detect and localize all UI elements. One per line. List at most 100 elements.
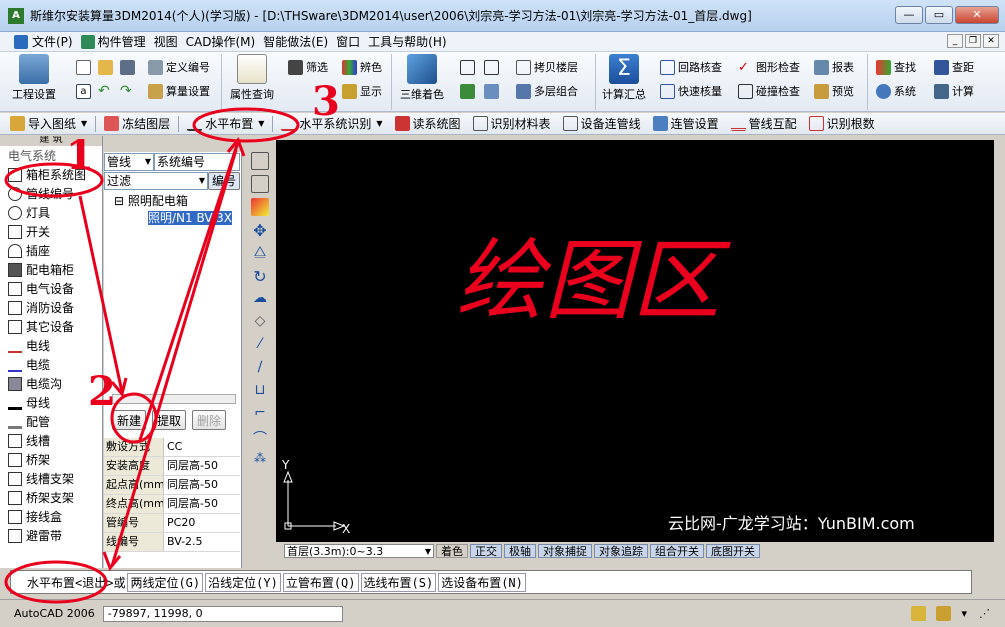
- menu-cad[interactable]: CAD操作(M): [186, 33, 264, 50]
- horizontal-scrollbar[interactable]: [112, 394, 236, 404]
- resize-grip-icon[interactable]: ⋰: [979, 607, 995, 620]
- select-tool-icon[interactable]: [251, 152, 269, 170]
- category-trough-support[interactable]: 线槽支架: [0, 469, 102, 488]
- calc-settings-button[interactable]: 算量设置: [148, 82, 210, 100]
- move-icon[interactable]: ✥: [251, 221, 269, 240]
- polar-toggle[interactable]: 极轴: [504, 544, 536, 558]
- category-lightning-strip[interactable]: 避雷带: [0, 526, 102, 545]
- property-row[interactable]: 线编号 BV-2.5: [104, 533, 240, 552]
- drawing-canvas[interactable]: 绘图区 云比网-广龙学习站：YunBIM.com Y X: [276, 140, 994, 542]
- floor-select[interactable]: 首层(3.3m):0~3.3 ▼: [284, 544, 434, 558]
- category-fire-equipment[interactable]: 消防设备: [0, 298, 102, 317]
- extract-button[interactable]: 提取: [152, 410, 186, 430]
- cmd-option-along-line[interactable]: 沿线定位(Y): [205, 572, 281, 592]
- mdi-minimize-button[interactable]: _: [947, 34, 963, 48]
- show-button[interactable]: 显示: [342, 82, 382, 100]
- cmd-option-riser[interactable]: 立管布置(Q): [282, 572, 359, 592]
- delete-button[interactable]: 删除: [192, 410, 226, 430]
- report-button[interactable]: 报表: [814, 58, 854, 76]
- rotate-icon[interactable]: ↻: [251, 267, 269, 286]
- erase-icon[interactable]: ◇: [251, 313, 269, 331]
- category-bridge-support[interactable]: 桥架支架: [0, 488, 102, 507]
- type-select[interactable]: 管线 ▼: [104, 152, 154, 171]
- connect-settings-button[interactable]: 连管设置: [647, 114, 725, 134]
- trim-icon[interactable]: ∕: [251, 359, 269, 377]
- tree-node-root[interactable]: ⊟ 照明配电箱: [104, 192, 240, 209]
- otrack-toggle[interactable]: 对象追踪: [594, 544, 648, 558]
- filter-button[interactable]: 筛选: [288, 58, 328, 76]
- calc-summary-button[interactable]: Σ 计算汇总: [602, 54, 646, 102]
- explode-icon[interactable]: ⁂: [251, 451, 269, 469]
- copy-floor-button[interactable]: 拷贝楼层: [516, 58, 578, 76]
- open-folder-button[interactable]: [98, 58, 113, 76]
- cloud-icon[interactable]: ☁: [251, 290, 269, 308]
- category-conduit[interactable]: 配管: [0, 412, 102, 431]
- attr-query-button[interactable]: 属性查询: [230, 54, 274, 102]
- brush-tool-icon[interactable]: [251, 198, 269, 216]
- mdi-close-button[interactable]: ✕: [983, 34, 999, 48]
- loop-check-button[interactable]: 回路核查: [660, 58, 722, 76]
- collision-check-button[interactable]: 碰撞检查: [738, 82, 800, 100]
- menu-file[interactable]: 文件(P): [32, 33, 81, 50]
- freeze-layer-button[interactable]: 冻结图层: [98, 114, 176, 134]
- group-switch-toggle[interactable]: 组合开关: [650, 544, 704, 558]
- cmd-option-select-device[interactable]: 选设备布置(N): [438, 572, 526, 592]
- category-other-equipment[interactable]: 其它设备: [0, 317, 102, 336]
- tray-warning-icon[interactable]: [911, 606, 927, 621]
- extend-icon[interactable]: ⊔: [251, 382, 269, 400]
- color-id-button[interactable]: 辨色: [342, 58, 382, 76]
- code-select[interactable]: 系统编号: [154, 152, 240, 171]
- category-socket[interactable]: 插座: [0, 241, 102, 260]
- category-bridge[interactable]: 桥架: [0, 450, 102, 469]
- property-row[interactable]: 管编号 PC20: [104, 514, 240, 533]
- read-system-diagram-button[interactable]: 读系统图: [389, 114, 467, 134]
- menu-view[interactable]: 视图: [154, 33, 186, 50]
- ortho-toggle[interactable]: 正交: [470, 544, 502, 558]
- brush-button[interactable]: [484, 82, 499, 100]
- view-cube-button[interactable]: [460, 58, 475, 76]
- property-row[interactable]: 起点高(mm 同层高-50: [104, 476, 240, 495]
- maximize-button[interactable]: ▭: [925, 6, 953, 24]
- menu-tools-help[interactable]: 工具与帮助(H): [368, 33, 454, 50]
- category-cable[interactable]: 电缆: [0, 355, 102, 374]
- category-wire[interactable]: 电线: [0, 336, 102, 355]
- device-connect-pipe-button[interactable]: 设备连管线: [557, 114, 647, 134]
- system-button[interactable]: 系统: [876, 82, 916, 100]
- fast-check-button[interactable]: 快速核量: [660, 82, 722, 100]
- category-wire-trough[interactable]: 线槽: [0, 431, 102, 450]
- graph-check-button[interactable]: ✓ 图形检查: [738, 58, 800, 76]
- new-file-button[interactable]: [76, 58, 91, 76]
- edit-code-button[interactable]: 编号: [208, 171, 240, 190]
- category-lamp[interactable]: 灯具: [0, 203, 102, 222]
- shading-toggle[interactable]: 着色: [436, 544, 468, 558]
- distance-button[interactable]: 查距: [934, 58, 974, 76]
- find-button[interactable]: 查找: [876, 58, 916, 76]
- cmd-option-select-line[interactable]: 选线布置(S): [360, 572, 437, 592]
- command-line[interactable]: 水平布置<退出>或 两线定位(G) 沿线定位(Y) 立管布置(Q) 选线布置(S…: [10, 570, 972, 594]
- category-pipe-code[interactable]: 管线编号: [0, 184, 102, 203]
- define-code-button[interactable]: 定义编号: [148, 58, 210, 76]
- category-electrical-equipment[interactable]: 电气设备: [0, 279, 102, 298]
- base-map-toggle[interactable]: 底图开关: [706, 544, 760, 558]
- view-box-button[interactable]: [484, 58, 499, 76]
- category-switch[interactable]: 开关: [0, 222, 102, 241]
- lock-icon[interactable]: [936, 606, 952, 621]
- preview-button[interactable]: 预览: [814, 82, 854, 100]
- tray-menu-icon[interactable]: ▾: [961, 607, 967, 620]
- menu-component[interactable]: 构件管理: [98, 33, 154, 50]
- category-busbar[interactable]: 母线: [0, 393, 102, 412]
- pipe-match-button[interactable]: 管线互配: [725, 114, 803, 134]
- property-row[interactable]: 敷设方式 CC: [104, 438, 240, 457]
- cmd-option-two-line[interactable]: 两线定位(G): [127, 572, 204, 592]
- category-distribution-box[interactable]: 配电箱柜: [0, 260, 102, 279]
- horizontal-layout-button[interactable]: 水平布置 ▼: [181, 114, 270, 134]
- menu-smart[interactable]: 智能做法(E): [263, 33, 336, 50]
- mdi-restore-button[interactable]: ❐: [965, 34, 981, 48]
- fillet-icon[interactable]: ⌐: [251, 405, 269, 423]
- multi-floor-button[interactable]: 多层组合: [516, 82, 578, 100]
- osnap-toggle[interactable]: 对象捕捉: [538, 544, 592, 558]
- menu-window[interactable]: 窗口: [336, 33, 368, 50]
- compute-button[interactable]: 计算: [934, 82, 974, 100]
- undo-button[interactable]: ↶: [98, 82, 113, 100]
- close-button[interactable]: ✕: [955, 6, 999, 24]
